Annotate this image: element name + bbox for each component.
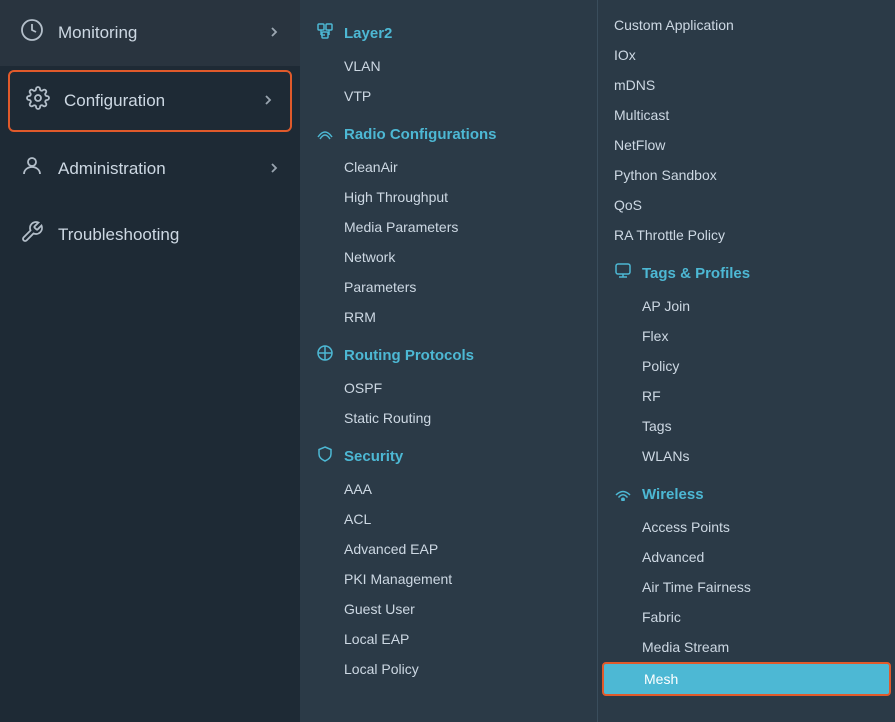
section-header-routing-protocols: Routing Protocols	[300, 332, 597, 373]
menu-item-rrm[interactable]: RRM	[300, 302, 597, 332]
section-label-tags-profiles: Tags & Profiles	[642, 265, 750, 282]
column-1: Layer2 VLANVTP Radio Configurations CleanAi…	[300, 0, 598, 722]
section-label-layer2: Layer2	[344, 25, 392, 42]
chevron-configuration-icon	[262, 94, 274, 109]
routing-protocols-section-icon	[316, 344, 334, 367]
section-header-security: Security	[300, 433, 597, 474]
tags-profiles-section-icon	[614, 262, 632, 285]
chevron-monitoring-icon	[268, 26, 280, 41]
menu-item-high-throughput[interactable]: High Throughput	[300, 182, 597, 212]
menu-item-pki-management[interactable]: PKI Management	[300, 564, 597, 594]
menu-item-iox[interactable]: IOx	[598, 40, 895, 70]
monitoring-icon	[20, 18, 44, 48]
menu-item-flex[interactable]: Flex	[598, 321, 895, 351]
menu-item-ra-throttle-policy[interactable]: RA Throttle Policy	[598, 220, 895, 250]
sidebar-label-monitoring: Monitoring	[58, 23, 137, 43]
menu-item-vlan[interactable]: VLAN	[300, 51, 597, 81]
menu-item-ap-join[interactable]: AP Join	[598, 291, 895, 321]
sidebar-item-monitoring[interactable]: Monitoring	[0, 0, 300, 66]
section-label-security: Security	[344, 448, 403, 465]
menu-item-custom-application[interactable]: Custom Application	[598, 10, 895, 40]
section-header-radio-configurations: Radio Configurations	[300, 111, 597, 152]
chevron-administration-icon	[268, 162, 280, 177]
troubleshooting-icon	[20, 220, 44, 250]
menu-item-network[interactable]: Network	[300, 242, 597, 272]
administration-icon	[20, 154, 44, 184]
menu-item-mesh[interactable]: Mesh	[602, 662, 891, 696]
menu-item-media-stream[interactable]: Media Stream	[598, 632, 895, 662]
sidebar-item-configuration[interactable]: Configuration	[8, 70, 292, 132]
menu-item-cleanair[interactable]: CleanAir	[300, 152, 597, 182]
section-header-tags-profiles: Tags & Profiles	[598, 250, 895, 291]
section-header-wireless: Wireless	[598, 471, 895, 512]
sidebar-item-administration[interactable]: Administration	[0, 136, 300, 202]
menu-item-static-routing[interactable]: Static Routing	[300, 403, 597, 433]
menu-item-wlans[interactable]: WLANs	[598, 441, 895, 471]
menu-item-vtp[interactable]: VTP	[300, 81, 597, 111]
security-section-icon	[316, 445, 334, 468]
menu-item-guest-user[interactable]: Guest User	[300, 594, 597, 624]
sidebar-label-configuration: Configuration	[64, 91, 165, 111]
wireless-section-icon	[614, 483, 632, 506]
menu-item-local-eap[interactable]: Local EAP	[300, 624, 597, 654]
menu-item-air-time-fairness[interactable]: Air Time Fairness	[598, 572, 895, 602]
menu-item-access-points[interactable]: Access Points	[598, 512, 895, 542]
section-label-wireless: Wireless	[642, 486, 704, 503]
menu-item-netflow[interactable]: NetFlow	[598, 130, 895, 160]
menu-item-python-sandbox[interactable]: Python Sandbox	[598, 160, 895, 190]
menu-item-fabric[interactable]: Fabric	[598, 602, 895, 632]
section-header-layer2: Layer2	[300, 10, 597, 51]
menu-item-acl[interactable]: ACL	[300, 504, 597, 534]
sidebar: Monitoring Configuration Administration Tro…	[0, 0, 300, 722]
menu-item-local-policy[interactable]: Local Policy	[300, 654, 597, 684]
menu-item-advanced[interactable]: Advanced	[598, 542, 895, 572]
menu-item-parameters[interactable]: Parameters	[300, 272, 597, 302]
menu-item-tags[interactable]: Tags	[598, 411, 895, 441]
menu-item-multicast[interactable]: Multicast	[598, 100, 895, 130]
sidebar-item-troubleshooting[interactable]: Troubleshooting	[0, 202, 300, 268]
menu-item-rf[interactable]: RF	[598, 381, 895, 411]
menu-item-aaa[interactable]: AAA	[300, 474, 597, 504]
radio-configurations-section-icon	[316, 123, 334, 146]
menu-item-media-parameters[interactable]: Media Parameters	[300, 212, 597, 242]
main-content: Layer2 VLANVTP Radio Configurations CleanAi…	[300, 0, 895, 722]
menu-item-advanced-eap[interactable]: Advanced EAP	[300, 534, 597, 564]
section-label-radio-configurations: Radio Configurations	[344, 126, 497, 143]
menu-item-qos[interactable]: QoS	[598, 190, 895, 220]
configuration-icon	[26, 86, 50, 116]
sidebar-label-troubleshooting: Troubleshooting	[58, 225, 179, 245]
sidebar-label-administration: Administration	[58, 159, 166, 179]
column-2: Custom ApplicationIOxmDNSMulticastNetFlo…	[598, 0, 895, 722]
menu-item-ospf[interactable]: OSPF	[300, 373, 597, 403]
section-label-routing-protocols: Routing Protocols	[344, 347, 474, 364]
menu-item-policy[interactable]: Policy	[598, 351, 895, 381]
menu-item-mdns[interactable]: mDNS	[598, 70, 895, 100]
layer2-section-icon	[316, 22, 334, 45]
